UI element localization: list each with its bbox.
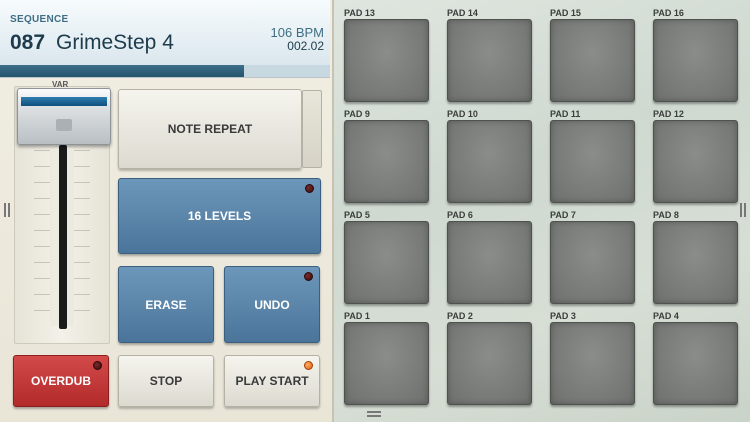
pad-cell: PAD 12 <box>643 101 739 203</box>
pad-cell: PAD 3 <box>540 303 636 405</box>
note-repeat-side-panel <box>302 90 322 168</box>
pad-label: PAD 12 <box>653 109 684 119</box>
led-indicator-icon <box>304 361 313 370</box>
pad-grid: PAD 13 PAD 14 PAD 15 PAD 16 PAD 9 PAD 10 PAD 1… <box>332 0 750 422</box>
sequence-display: SEQUENCE 087 GrimeStep 4 106 BPM 002.02 <box>0 0 330 78</box>
drum-pad[interactable] <box>550 221 635 304</box>
pad-label: PAD 16 <box>653 8 684 18</box>
erase-button[interactable]: ERASE <box>118 266 214 343</box>
var-slider-track[interactable] <box>59 145 67 329</box>
pad-cell: PAD 13 <box>334 0 430 102</box>
overdub-button[interactable]: OVERDUB <box>13 355 109 407</box>
drum-pad[interactable] <box>344 19 429 102</box>
pad-cell: PAD 9 <box>334 101 430 203</box>
pad-cell: PAD 4 <box>643 303 739 405</box>
pad-cell: PAD 6 <box>437 202 533 304</box>
led-indicator-icon <box>304 272 313 281</box>
slider-handle-stripe <box>21 97 107 106</box>
undo-label: UNDO <box>254 297 290 312</box>
note-repeat-button[interactable]: NOTE REPEAT <box>118 89 302 169</box>
pad-label: PAD 15 <box>550 8 581 18</box>
pad-cell: PAD 8 <box>643 202 739 304</box>
pad-label: PAD 1 <box>344 311 370 321</box>
stop-label: STOP <box>149 374 183 388</box>
position-readout: 002.02 <box>287 39 324 53</box>
sequence-name[interactable]: GrimeStep 4 <box>56 31 174 55</box>
pad-cell: PAD 16 <box>643 0 739 102</box>
drum-pad[interactable] <box>344 120 429 203</box>
pad-label: PAD 8 <box>653 210 679 220</box>
pad-label: PAD 9 <box>344 109 370 119</box>
led-indicator-icon <box>305 184 314 193</box>
grip-handle-icon[interactable] <box>740 203 746 217</box>
pad-cell: PAD 1 <box>334 303 430 405</box>
var-slider-handle[interactable] <box>17 88 111 145</box>
play-start-button[interactable]: PLAY START <box>224 355 320 407</box>
pad-cell: PAD 5 <box>334 202 430 304</box>
drum-pad[interactable] <box>447 221 532 304</box>
grip-handle-icon[interactable] <box>367 411 381 417</box>
pad-label: PAD 6 <box>447 210 473 220</box>
pad-cell: PAD 14 <box>437 0 533 102</box>
drum-pad[interactable] <box>550 120 635 203</box>
drum-pad[interactable] <box>653 19 738 102</box>
grip-handle-icon[interactable] <box>4 203 10 217</box>
pad-cell: PAD 7 <box>540 202 636 304</box>
pad-cell: PAD 15 <box>540 0 636 102</box>
erase-label: ERASE <box>145 297 187 312</box>
drum-pad[interactable] <box>447 120 532 203</box>
note-repeat-label: NOTE REPEAT <box>167 122 253 136</box>
drum-pad[interactable] <box>653 120 738 203</box>
sequence-number[interactable]: 087 <box>10 31 45 55</box>
play-start-label: PLAY START <box>235 374 309 388</box>
pad-cell: PAD 10 <box>437 101 533 203</box>
bpm-readout: 106 BPM <box>270 25 324 40</box>
stop-button[interactable]: STOP <box>118 355 214 407</box>
pad-label: PAD 11 <box>550 109 581 119</box>
pad-label: PAD 2 <box>447 311 473 321</box>
drum-pad[interactable] <box>653 221 738 304</box>
sequence-progress-bar <box>0 65 330 77</box>
drum-pad[interactable] <box>550 19 635 102</box>
pad-label: PAD 14 <box>447 8 478 18</box>
pad-label: PAD 13 <box>344 8 375 18</box>
drum-pad[interactable] <box>344 322 429 405</box>
led-indicator-icon <box>93 361 102 370</box>
slider-handle-notch <box>56 119 72 131</box>
sequence-label: SEQUENCE <box>10 14 69 25</box>
drum-pad[interactable] <box>550 322 635 405</box>
pad-label: PAD 10 <box>447 109 478 119</box>
overdub-label: OVERDUB <box>30 374 91 388</box>
pad-cell: PAD 11 <box>540 101 636 203</box>
control-panel: SEQUENCE 087 GrimeStep 4 106 BPM 002.02 … <box>0 0 332 422</box>
pad-label: PAD 5 <box>344 210 370 220</box>
pad-label: PAD 3 <box>550 311 576 321</box>
16-levels-label: 16 LEVELS <box>187 209 252 223</box>
16-levels-button[interactable]: 16 LEVELS <box>118 178 321 254</box>
drum-pad[interactable] <box>447 322 532 405</box>
drum-pad[interactable] <box>447 19 532 102</box>
sequence-progress-fill <box>0 65 245 77</box>
drum-pad[interactable] <box>653 322 738 405</box>
pad-label: PAD 7 <box>550 210 576 220</box>
undo-button[interactable]: UNDO <box>224 266 320 343</box>
pad-label: PAD 4 <box>653 311 679 321</box>
pad-cell: PAD 2 <box>437 303 533 405</box>
drum-pad[interactable] <box>344 221 429 304</box>
